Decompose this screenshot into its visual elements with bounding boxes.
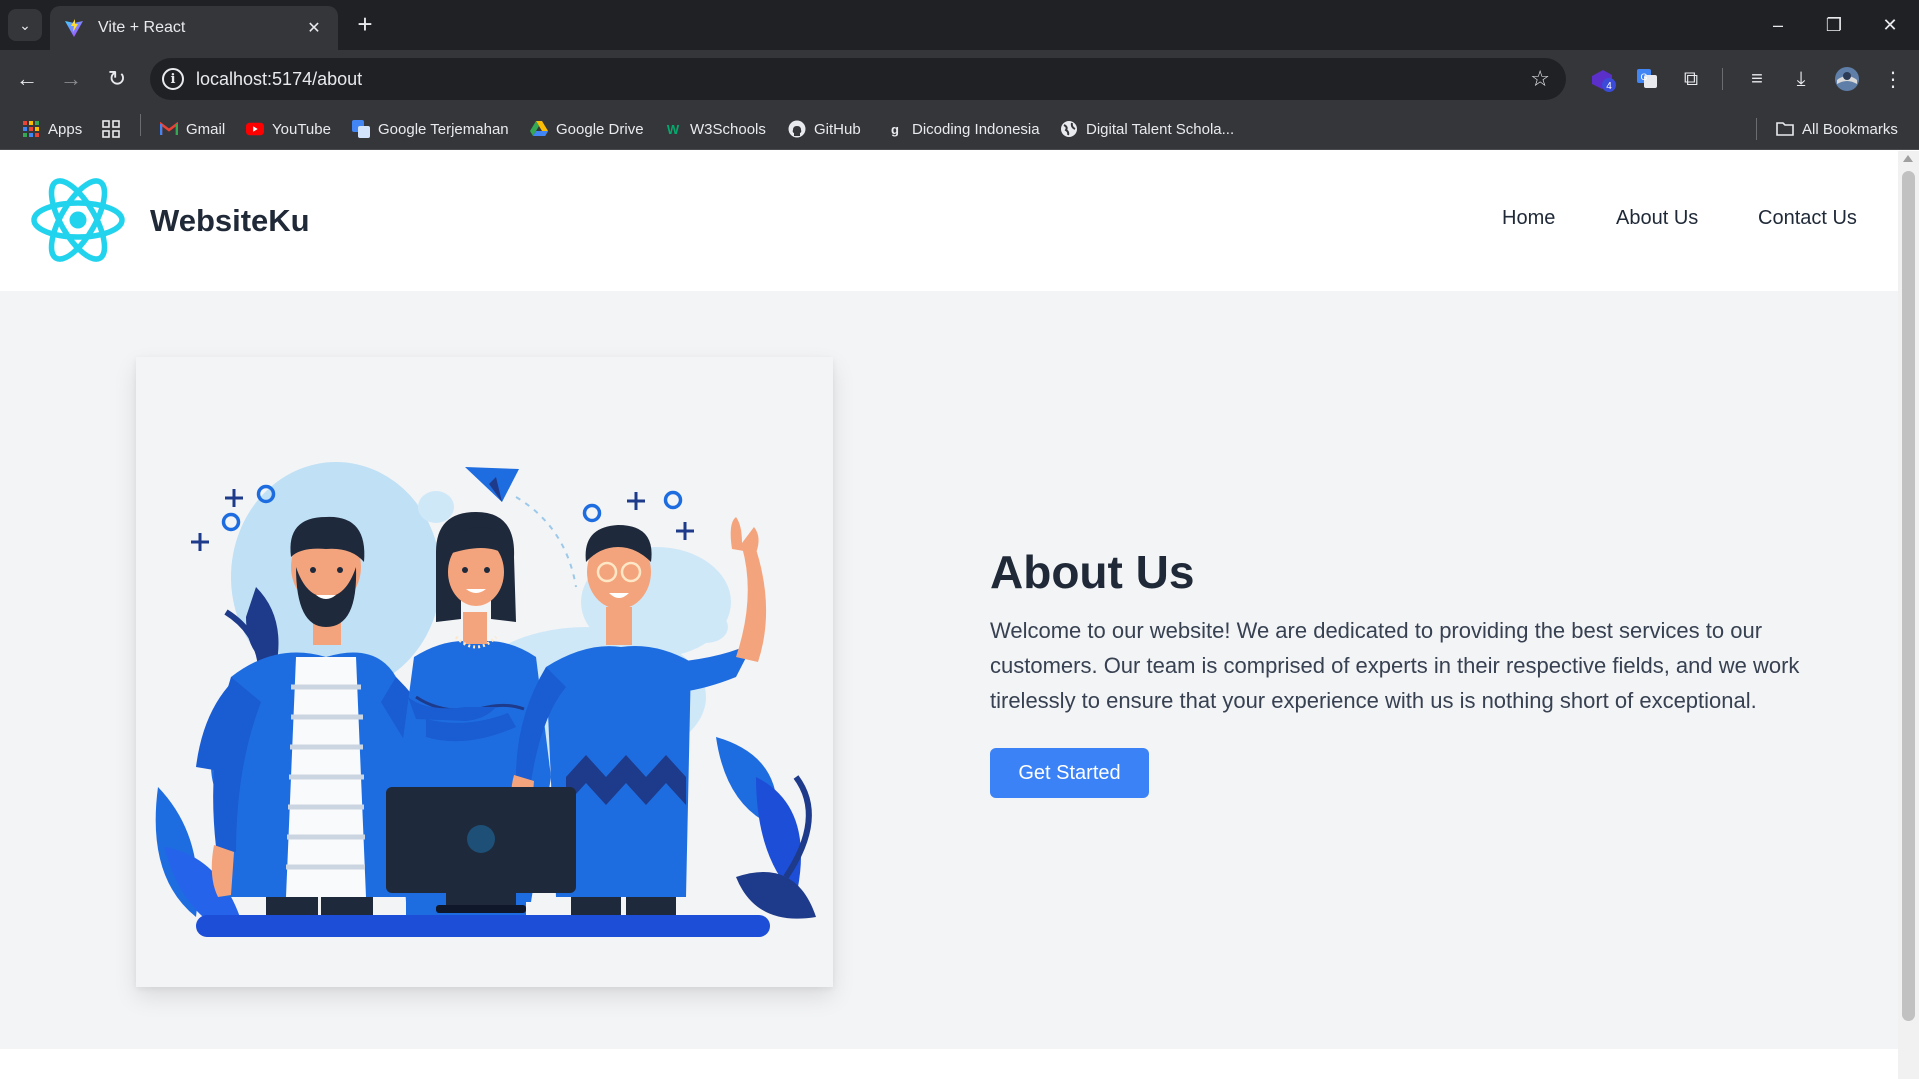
scrollbar-thumb[interactable] [1902, 171, 1915, 1021]
bookmark-github[interactable]: GitHub [788, 118, 861, 140]
forward-arrow-icon[interactable]: → [56, 64, 86, 94]
apps-grid-icon [22, 120, 40, 138]
svg-text:G: G [1640, 72, 1647, 82]
bookmark-google-drive[interactable]: Google Drive [530, 118, 644, 140]
browser-toolbar: ← → ↻ i localhost:5174/about ☆ 4 G ⧉ ≡ ⤓… [0, 50, 1919, 108]
bookmark-w3schools[interactable]: W W3Schools [664, 118, 766, 140]
chevron-down-icon: ⌄ [19, 16, 31, 33]
about-title: About Us [990, 546, 1195, 598]
tab-groups-icon[interactable] [102, 118, 120, 140]
nav-about-us[interactable]: About Us [1616, 207, 1698, 230]
tab-search-button[interactable]: ⌄ [8, 9, 42, 41]
media-controls-icon[interactable]: ≡ [1742, 64, 1772, 94]
bookmark-label: YouTube [272, 120, 331, 138]
bookmark-label: Digital Talent Schola... [1086, 120, 1235, 138]
nav-home[interactable]: Home [1502, 207, 1555, 230]
back-arrow-icon[interactable]: ← [12, 64, 42, 94]
translate-icon [352, 120, 370, 138]
new-tab-button[interactable]: + [352, 11, 378, 38]
dicoding-icon: g [891, 121, 899, 137]
extension-badge-icon[interactable]: 4 [1588, 64, 1618, 94]
bookmark-label: GitHub [814, 120, 861, 138]
bookmark-dicoding[interactable]: g Dicoding Indonesia [886, 118, 1040, 140]
active-tab[interactable]: Vite + React ✕ [50, 6, 338, 50]
minimize-icon[interactable]: – [1758, 10, 1798, 40]
url-text[interactable]: localhost:5174/about [196, 69, 1530, 90]
bookmark-digital-talent[interactable]: Digital Talent Schola... [1060, 118, 1234, 140]
download-icon[interactable]: ⤓ [1786, 64, 1816, 94]
gmail-icon [160, 120, 178, 138]
youtube-icon [246, 120, 264, 138]
site-header: WebsiteKu Home About Us Contact Us [0, 151, 1898, 291]
bookmark-label: Google Terjemahan [378, 120, 509, 138]
bookmark-google-terjemahan[interactable]: Google Terjemahan [352, 118, 509, 140]
about-description: Welcome to our website! We are dedicated… [990, 618, 1800, 713]
get-started-button[interactable]: Get Started [990, 748, 1149, 798]
close-window-icon[interactable]: ✕ [1870, 10, 1910, 40]
address-bar[interactable]: i localhost:5174/about ☆ [150, 58, 1566, 100]
tab-strip: ⌄ Vite + React ✕ + – ❐ ✕ [0, 0, 1919, 50]
extensions-puzzle-icon[interactable]: ⧉ [1676, 64, 1706, 94]
bookmark-label: Apps [48, 120, 83, 138]
bookmark-apps[interactable]: Apps [22, 118, 82, 140]
profile-avatar[interactable] [1832, 64, 1862, 94]
bookmark-label: Gmail [186, 120, 226, 138]
page-scrollbar[interactable] [1898, 151, 1919, 1079]
tab-title: Vite + React [98, 19, 186, 36]
nav-contact-us[interactable]: Contact Us [1758, 207, 1857, 230]
team-illustration-card [136, 357, 833, 987]
toolbar-divider [1722, 68, 1723, 90]
restore-icon[interactable]: ❐ [1814, 10, 1854, 40]
site-info-icon[interactable]: i [162, 68, 184, 90]
globe-icon [1060, 120, 1078, 138]
bookmarks-bar: Apps Gmail YouTube Google Terjemahan Goo… [0, 108, 1919, 150]
team-illustration [155, 462, 816, 937]
bookmark-label: Google Drive [556, 120, 644, 138]
w3schools-icon: W [666, 121, 680, 137]
bookmark-label: W3Schools [690, 120, 766, 138]
page-viewport: WebsiteKu Home About Us Contact Us About… [0, 151, 1898, 1079]
react-logo-icon[interactable] [30, 175, 130, 265]
bookmark-gmail[interactable]: Gmail [160, 118, 225, 140]
extension-badge-count: 4 [1606, 81, 1612, 92]
reload-icon[interactable]: ↻ [102, 64, 132, 94]
footer-strip [0, 1049, 1898, 1079]
more-menu-icon[interactable]: ⋮ [1878, 64, 1908, 94]
vite-favicon-icon [64, 17, 86, 39]
github-icon [788, 120, 806, 138]
bookmark-star-icon[interactable]: ☆ [1530, 66, 1550, 92]
drive-icon [530, 120, 548, 138]
brand-name[interactable]: WebsiteKu [150, 203, 310, 239]
bookmark-divider [1756, 118, 1757, 140]
translate-extension-icon[interactable]: G [1632, 64, 1662, 94]
folder-icon [1776, 120, 1794, 138]
scroll-up-arrow-icon[interactable] [1903, 155, 1913, 162]
bookmark-youtube[interactable]: YouTube [246, 118, 331, 140]
all-bookmarks-folder[interactable]: All Bookmarks [1776, 118, 1898, 140]
bookmark-label: All Bookmarks [1802, 120, 1898, 138]
bookmark-label: Dicoding Indonesia [912, 120, 1040, 138]
close-tab-icon[interactable]: ✕ [304, 18, 324, 38]
bookmark-divider [140, 114, 141, 136]
